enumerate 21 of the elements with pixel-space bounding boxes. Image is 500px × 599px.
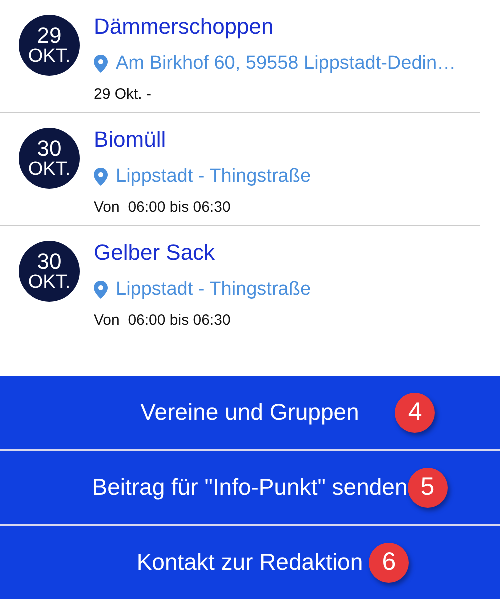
event-time: Von 06:00 bis 06:30 [94,312,232,329]
event-title[interactable]: Dämmerschoppen [94,14,456,40]
menu-button[interactable]: Vereine und Gruppen 4 [0,376,500,449]
location-pin-icon [94,55,108,73]
number-badge: 4 [395,392,436,432]
date-day: 30 [37,251,62,273]
event-time: 29 Okt. - [94,86,153,103]
number-badge: 5 [408,468,448,508]
location-pin-icon [94,168,108,186]
event-time: Von 06:00 bis 06:30 [94,199,232,216]
number-badge: 6 [369,542,410,582]
date-month: OKT. [28,47,71,66]
date-month: OKT. [28,160,71,179]
location-pin-icon [94,281,108,299]
date-day: 30 [37,138,62,160]
event-title[interactable]: Gelber Sack [94,240,312,266]
date-day: 29 [37,25,62,47]
menu-button[interactable]: Kontakt zur Redaktion 6 [0,526,500,599]
date-month: OKT. [28,273,71,292]
event-title[interactable]: Biomüll [94,127,312,153]
menu-button[interactable]: Beitrag für "Info-Punkt" senden 5 [0,451,500,524]
